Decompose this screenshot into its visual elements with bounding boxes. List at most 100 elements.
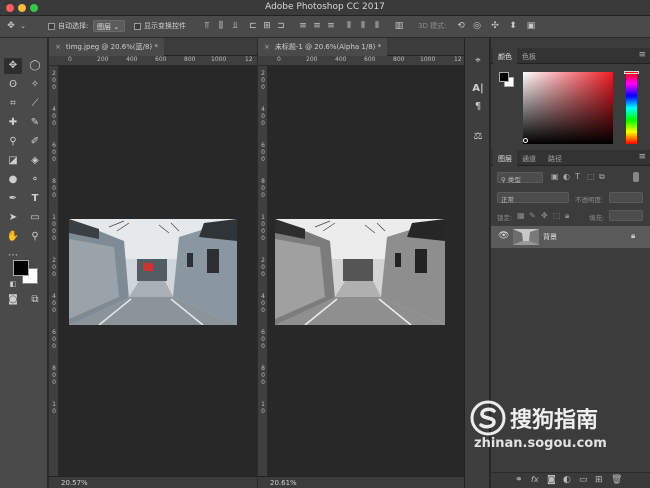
- close-tab-icon[interactable]: ×: [55, 43, 61, 51]
- tab-swatches[interactable]: 色板: [517, 48, 541, 64]
- align-top-icon[interactable]: ⫪: [202, 21, 212, 31]
- lasso-tool-icon[interactable]: ʘ: [4, 77, 22, 93]
- lock-transparent-icon[interactable]: ▦: [517, 211, 525, 220]
- tab-color[interactable]: 颜色: [493, 48, 517, 64]
- chevron-down-icon[interactable]: ⌄: [18, 21, 28, 31]
- alley-photo-grayscale: [275, 219, 445, 325]
- delete-layer-icon[interactable]: 🗑︎: [611, 475, 622, 485]
- link-layers-icon[interactable]: ⚭: [515, 475, 523, 485]
- filter-adjustment-icon[interactable]: ◐: [563, 172, 570, 181]
- zoom-level-2[interactable]: 20.61%: [270, 479, 297, 487]
- filter-type-icon[interactable]: T: [575, 172, 580, 181]
- color-picker-field[interactable]: [523, 72, 613, 144]
- roll-3d-icon[interactable]: ◎: [472, 21, 482, 31]
- eye-icon[interactable]: 👁︎: [498, 231, 509, 241]
- new-layer-icon[interactable]: ⊞: [595, 475, 603, 485]
- move-tool-preset-icon[interactable]: ✥: [6, 21, 16, 31]
- distribute-right-icon[interactable]: ⦀: [372, 21, 382, 31]
- magic-wand-tool-icon[interactable]: ✧: [26, 77, 44, 93]
- align-right-icon[interactable]: ⊐: [276, 21, 286, 31]
- ruler-label: 8: [261, 365, 265, 372]
- zoom-level-1[interactable]: 20.57%: [61, 479, 88, 487]
- hue-slider-handle[interactable]: [624, 71, 639, 74]
- clone-stamp-tool-icon[interactable]: ⚲: [4, 134, 22, 150]
- eraser-tool-icon[interactable]: ◪: [4, 153, 22, 169]
- screen-mode-icon[interactable]: ⧉: [26, 292, 44, 308]
- color-panel-foreground-swatch-top[interactable]: [499, 72, 509, 82]
- distribute-bottom-icon[interactable]: ≡: [326, 21, 336, 31]
- distribute-top-icon[interactable]: ≡: [298, 21, 308, 31]
- new-group-icon[interactable]: ▭: [579, 475, 588, 485]
- lock-pixels-icon[interactable]: ✎: [529, 211, 536, 220]
- hue-slider[interactable]: [626, 72, 637, 144]
- opacity-field[interactable]: [609, 192, 643, 203]
- default-colors-icon[interactable]: ◧: [4, 276, 22, 292]
- distribute-hcenter-icon[interactable]: ⦀: [358, 21, 368, 31]
- blur-tool-icon[interactable]: ●: [4, 172, 22, 188]
- type-tool-icon[interactable]: T: [26, 191, 44, 207]
- show-transform-checkbox[interactable]: [134, 23, 141, 30]
- dodge-tool-icon[interactable]: ⚬: [26, 172, 44, 188]
- history-panel-icon[interactable]: ⌖: [471, 54, 485, 68]
- close-tab-icon[interactable]: ×: [264, 43, 270, 51]
- character-panel-icon[interactable]: A|: [471, 82, 485, 96]
- ruler-label: 0: [261, 343, 265, 350]
- properties-panel-icon[interactable]: ⚖: [471, 130, 485, 144]
- filter-toggle-icon[interactable]: [633, 172, 639, 182]
- distribute-left-icon[interactable]: ⦀: [344, 21, 354, 31]
- move-tool-icon[interactable]: ✥: [4, 58, 22, 74]
- filter-pixel-icon[interactable]: ▣: [551, 172, 559, 181]
- auto-select-checkbox[interactable]: [48, 23, 55, 30]
- panel-menu-icon[interactable]: ≡: [638, 152, 646, 162]
- pan-3d-icon[interactable]: ✣: [490, 21, 500, 31]
- lock-position-icon[interactable]: ✥: [541, 211, 548, 220]
- document-canvas-1[interactable]: [59, 66, 257, 476]
- tab-paths[interactable]: 路径: [543, 150, 567, 166]
- pen-tool-icon[interactable]: ✒: [4, 191, 22, 207]
- brush-tool-icon[interactable]: ✎: [26, 115, 44, 131]
- blend-mode-dropdown[interactable]: 正常: [497, 192, 569, 204]
- align-vcenter-icon[interactable]: ⫼: [216, 21, 226, 31]
- ruler-label: 8: [261, 178, 265, 185]
- hand-tool-icon[interactable]: ✋: [4, 229, 22, 245]
- ruler-label: 6: [52, 329, 56, 336]
- zoom-tool-icon[interactable]: ⚲: [26, 229, 44, 245]
- layer-row[interactable]: 👁︎ 背景 🔒︎: [491, 226, 650, 248]
- document-canvas-2[interactable]: [268, 66, 464, 476]
- foreground-color-swatch-top[interactable]: [13, 260, 29, 276]
- rectangle-tool-icon[interactable]: ▭: [26, 210, 44, 226]
- scale-3d-icon[interactable]: ▣: [526, 21, 536, 31]
- paragraph-panel-icon[interactable]: ¶: [471, 100, 485, 114]
- distribute-vcenter-icon[interactable]: ≡: [312, 21, 322, 31]
- lock-artboard-icon[interactable]: ⬚: [553, 211, 561, 220]
- auto-select-dropdown[interactable]: 图层 ⌄: [93, 20, 125, 32]
- align-bottom-icon[interactable]: ⫫: [230, 21, 240, 31]
- lock-all-icon[interactable]: 🔒︎: [565, 211, 569, 221]
- color-picker-cursor[interactable]: [523, 138, 528, 143]
- eyedropper-tool-icon[interactable]: ⟋: [26, 96, 44, 112]
- layer-filter-dropdown[interactable]: ⚲ 类型: [497, 172, 543, 184]
- quick-mask-icon[interactable]: ◙: [4, 292, 22, 308]
- orbit-3d-icon[interactable]: ⟲: [456, 21, 466, 31]
- tab-layers[interactable]: 图层: [493, 150, 517, 166]
- crop-tool-icon[interactable]: ⌗: [4, 96, 22, 112]
- filter-smart-object-icon[interactable]: ⧉: [599, 172, 605, 182]
- layer-style-icon[interactable]: fx: [531, 475, 539, 484]
- path-selection-tool-icon[interactable]: ➤: [4, 210, 22, 226]
- filter-shape-icon[interactable]: ⬚: [587, 172, 595, 181]
- healing-brush-tool-icon[interactable]: ✚: [4, 115, 22, 131]
- history-brush-tool-icon[interactable]: ✐: [26, 134, 44, 150]
- add-mask-icon[interactable]: ◙: [547, 475, 556, 485]
- document-tab-1[interactable]: × timg.jpeg @ 20.6%(蓝/8) *: [49, 38, 164, 56]
- marquee-tool-icon[interactable]: ◯: [26, 58, 44, 74]
- align-left-icon[interactable]: ⊏: [248, 21, 258, 31]
- auto-align-icon[interactable]: ▥: [394, 21, 404, 31]
- slide-3d-icon[interactable]: ⬍: [508, 21, 518, 31]
- document-tab-2[interactable]: × 未标题-1 @ 20.6%(Alpha 1/8) *: [258, 38, 388, 56]
- align-hcenter-icon[interactable]: ⊞: [262, 21, 272, 31]
- paint-bucket-tool-icon[interactable]: ◈: [26, 153, 44, 169]
- tab-channels[interactable]: 通道: [517, 150, 541, 166]
- adjustment-layer-icon[interactable]: ◐: [563, 475, 571, 485]
- panel-menu-icon[interactable]: ≡: [638, 50, 646, 60]
- fill-field[interactable]: [609, 210, 643, 221]
